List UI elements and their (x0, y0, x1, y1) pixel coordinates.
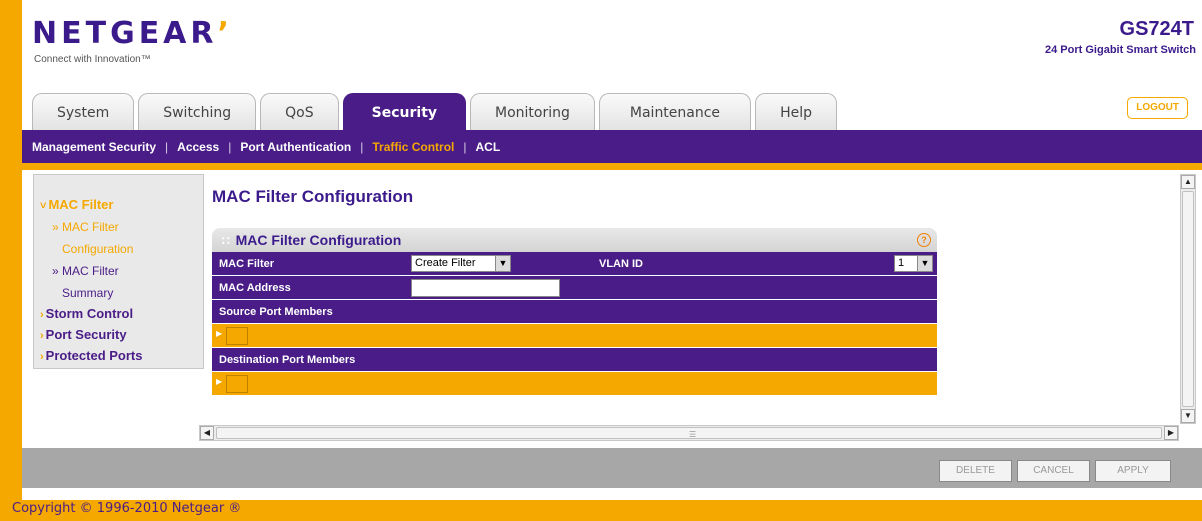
tab-system[interactable]: System (32, 93, 135, 130)
horizontal-scrollbar[interactable]: ◀ ☰ ▶ (199, 425, 1179, 441)
netgear-logo: NETGEAR’ (32, 16, 233, 51)
menu-mac-filter-configuration[interactable]: » MAC Filter Configuration (40, 216, 203, 260)
security-subnav: Management Security | Access | Port Auth… (22, 130, 1202, 163)
mac-address-row: MAC Address (212, 276, 937, 300)
scroll-down-icon[interactable]: ▼ (1181, 409, 1195, 423)
main-tabs: System Switching QoS Security Monitoring… (32, 93, 841, 130)
content-area: MAC Filter Configuration ∷ MAC Filter Con… (212, 174, 1180, 424)
vlan-id-select[interactable]: 1 ▼ (894, 255, 933, 272)
tab-help[interactable]: Help (755, 93, 837, 130)
destination-port-members-header: Destination Port Members (212, 348, 937, 372)
chevron-right-icon: › (40, 330, 44, 342)
tab-qos[interactable]: QoS (260, 93, 339, 130)
tagline: Connect with Innovation™ (34, 54, 151, 65)
scrollbar-thumb[interactable] (1182, 191, 1194, 407)
vlan-id-label: VLAN ID (599, 258, 643, 270)
source-port-box[interactable] (226, 327, 248, 345)
source-port-members-header: Source Port Members (212, 300, 937, 324)
subnav-port-authentication[interactable]: Port Authentication (240, 140, 351, 154)
subnav-acl[interactable]: ACL (476, 140, 501, 154)
subnav-management-security[interactable]: Management Security (32, 140, 156, 154)
tab-security[interactable]: Security (342, 93, 467, 130)
grip-icon: ∷ (222, 234, 230, 248)
scroll-up-icon[interactable]: ▲ (1181, 175, 1195, 189)
app-frame: NETGEAR’ Connect with Innovation™ GS724T… (0, 0, 1202, 521)
chevron-right-icon: › (40, 309, 44, 321)
tab-monitoring[interactable]: Monitoring (470, 93, 595, 130)
model-name: GS724T (1119, 18, 1194, 40)
app-window: NETGEAR’ Connect with Innovation™ GS724T… (22, 0, 1202, 500)
tab-switching[interactable]: Switching (138, 93, 257, 130)
destination-port-row: ▶ (212, 372, 937, 396)
chevron-down-icon: ▼ (917, 256, 932, 271)
scrollbar-thumb[interactable]: ☰ (216, 427, 1162, 439)
menu-mac-filter[interactable]: ˅ MAC Filter (40, 195, 203, 216)
button-bar: DELETE CANCEL APPLY (22, 448, 1202, 488)
delete-button[interactable]: DELETE (939, 460, 1012, 482)
mac-filter-panel: ∷ MAC Filter Configuration ? MAC Filter C… (212, 228, 937, 396)
mac-address-input[interactable] (411, 279, 560, 297)
vertical-scrollbar[interactable]: ▲ ▼ (1180, 174, 1196, 424)
subnav-traffic-control[interactable]: Traffic Control (372, 140, 454, 154)
scroll-right-icon[interactable]: ▶ (1164, 426, 1178, 440)
apply-button[interactable]: APPLY (1095, 460, 1171, 482)
model-description: 24 Port Gigabit Smart Switch (1045, 44, 1196, 56)
panel-header: ∷ MAC Filter Configuration ? (212, 228, 937, 252)
mac-filter-row: MAC Filter Create Filter ▼ VLAN ID 1 ▼ (212, 252, 937, 276)
destination-port-box[interactable] (226, 375, 248, 393)
subnav-separator: | (463, 139, 467, 154)
copyright: Copyright © 1996-2010 Netgear ® (12, 501, 242, 516)
chevron-down-icon: ˅ (40, 200, 47, 212)
grip-icon: ☰ (689, 430, 697, 439)
chevron-right-icon: › (40, 351, 44, 363)
menu-storm-control[interactable]: › Storm Control (40, 304, 203, 325)
expand-icon[interactable]: ▶ (216, 377, 222, 386)
divider-strip (22, 163, 1202, 170)
subnav-separator: | (228, 139, 232, 154)
mac-filter-select[interactable]: Create Filter ▼ (411, 255, 511, 272)
logout-button[interactable]: LOGOUT (1127, 97, 1188, 119)
source-port-row: ▶ (212, 324, 937, 348)
menu-protected-ports[interactable]: › Protected Ports (40, 346, 203, 367)
menu-mac-filter-summary[interactable]: » MAC Filter Summary (40, 260, 203, 304)
tab-maintenance[interactable]: Maintenance (598, 93, 752, 130)
subnav-separator: | (360, 139, 364, 154)
help-icon[interactable]: ? (917, 233, 931, 247)
cancel-button[interactable]: CANCEL (1017, 460, 1090, 482)
menu-port-security[interactable]: › Port Security (40, 325, 203, 346)
left-menu: ˅ MAC Filter » MAC Filter Configuration » … (33, 174, 204, 369)
expand-icon[interactable]: ▶ (216, 329, 222, 338)
scroll-left-icon[interactable]: ◀ (200, 426, 214, 440)
subnav-access[interactable]: Access (177, 140, 219, 154)
chevron-down-icon: ▼ (495, 256, 510, 271)
subnav-separator: | (165, 139, 169, 154)
page-title: MAC Filter Configuration (212, 187, 414, 206)
